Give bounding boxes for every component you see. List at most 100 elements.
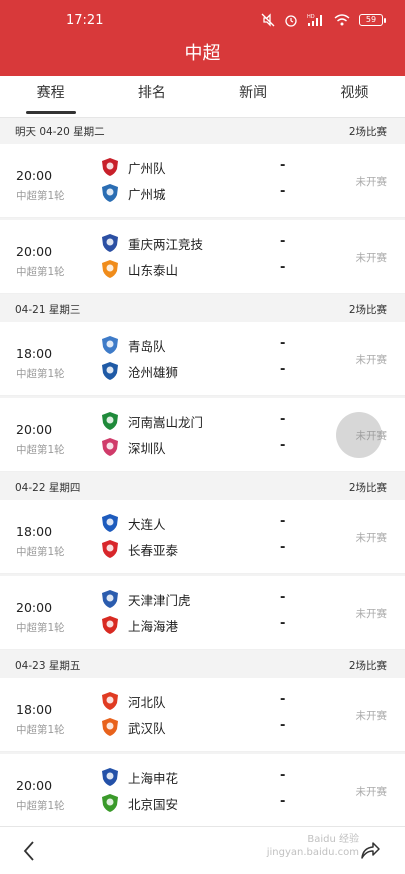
home-score: - bbox=[280, 412, 286, 427]
match-round: 中超第1轮 bbox=[16, 800, 65, 812]
away-score: - bbox=[280, 616, 286, 631]
home-team-logo-icon bbox=[100, 589, 120, 609]
away-score: - bbox=[280, 540, 286, 555]
battery-icon: 59 bbox=[359, 14, 386, 26]
match-status: 未开赛 bbox=[355, 532, 388, 544]
bottom-bar: Baidu 经验 jingyan.baidu.com bbox=[0, 826, 405, 874]
day-match-count: 2场比赛 bbox=[348, 481, 387, 494]
tab-schedule[interactable]: 赛程 bbox=[0, 76, 101, 117]
away-team-name: 北京国安 bbox=[128, 796, 179, 812]
away-team-name: 上海海港 bbox=[128, 618, 179, 634]
match-row[interactable]: 18:00 中超第1轮 河北队 武汉队 - - 未开赛 bbox=[0, 678, 405, 752]
day-header: 04-22 星期四 2场比赛 bbox=[0, 474, 405, 500]
home-team-name: 青岛队 bbox=[128, 338, 166, 354]
status-time: 17:21 bbox=[66, 12, 104, 28]
away-team-name: 山东泰山 bbox=[128, 262, 179, 278]
home-team: 河南嵩山龙门 bbox=[100, 410, 300, 432]
away-team-logo-icon bbox=[100, 183, 120, 203]
home-score: - bbox=[280, 692, 286, 707]
away-team-logo-icon bbox=[100, 437, 120, 457]
home-score: - bbox=[280, 336, 286, 351]
watermark-line2: jingyan.baidu.com bbox=[266, 847, 359, 858]
match-round: 中超第1轮 bbox=[16, 190, 65, 202]
away-team-logo-icon bbox=[100, 717, 120, 737]
match-round: 中超第1轮 bbox=[16, 724, 65, 736]
match-row[interactable]: 20:00 中超第1轮 上海申花 北京国安 - - 未开赛 bbox=[0, 754, 405, 828]
home-team-logo-icon bbox=[100, 411, 120, 431]
match-status: 未开赛 bbox=[355, 176, 388, 188]
away-team: 广州城 bbox=[100, 182, 300, 204]
home-score: - bbox=[280, 768, 286, 783]
away-team-name: 沧州雄狮 bbox=[128, 364, 179, 380]
away-team: 沧州雄狮 bbox=[100, 360, 300, 382]
home-team: 上海申花 bbox=[100, 766, 300, 788]
day-date: 04-21 星期三 bbox=[15, 303, 81, 316]
home-team-name: 重庆两江竞技 bbox=[128, 236, 204, 252]
away-score: - bbox=[280, 438, 286, 453]
app-header: 17:21 HD 59 中超 bbox=[0, 0, 405, 76]
match-status: 未开赛 bbox=[355, 608, 388, 620]
day-match-count: 2场比赛 bbox=[348, 125, 387, 138]
mute-icon bbox=[261, 13, 275, 27]
back-button[interactable] bbox=[20, 839, 40, 863]
day-date: 04-23 星期五 bbox=[15, 659, 81, 672]
match-round: 中超第1轮 bbox=[16, 266, 65, 278]
away-team: 武汉队 bbox=[100, 716, 300, 738]
home-team-logo-icon bbox=[100, 157, 120, 177]
away-score: - bbox=[280, 184, 286, 199]
away-team-logo-icon bbox=[100, 539, 120, 559]
home-team-logo-icon bbox=[100, 335, 120, 355]
match-status: 未开赛 bbox=[355, 252, 388, 264]
signal-hd-text: HD bbox=[307, 14, 315, 20]
match-row[interactable]: 20:00 中超第1轮 广州队 广州城 - - 未开赛 bbox=[0, 144, 405, 218]
match-row[interactable]: 18:00 中超第1轮 大连人 长春亚泰 - - 未开赛 bbox=[0, 500, 405, 574]
home-score: - bbox=[280, 590, 286, 605]
home-team-name: 大连人 bbox=[128, 516, 166, 532]
signal-icon: HD bbox=[307, 13, 325, 27]
away-team-name: 广州城 bbox=[128, 186, 166, 202]
away-team: 上海海港 bbox=[100, 614, 300, 636]
away-score: - bbox=[280, 794, 286, 809]
away-team: 深圳队 bbox=[100, 436, 300, 458]
home-team: 大连人 bbox=[100, 512, 300, 534]
match-time: 18:00 bbox=[16, 524, 53, 539]
tab-videos[interactable]: 视频 bbox=[304, 76, 405, 117]
away-team-name: 深圳队 bbox=[128, 440, 166, 456]
match-round: 中超第1轮 bbox=[16, 546, 65, 558]
home-team-logo-icon bbox=[100, 691, 120, 711]
alarm-icon bbox=[284, 13, 298, 27]
match-row[interactable]: 20:00 中超第1轮 天津津门虎 上海海港 - - 未开赛 bbox=[0, 576, 405, 650]
day-match-count: 2场比赛 bbox=[348, 659, 387, 672]
away-team-logo-icon bbox=[100, 259, 120, 279]
home-team-name: 河南嵩山龙门 bbox=[128, 414, 204, 430]
match-round: 中超第1轮 bbox=[16, 368, 65, 380]
match-status: 未开赛 bbox=[355, 786, 388, 798]
away-team-logo-icon bbox=[100, 361, 120, 381]
day-match-count: 2场比赛 bbox=[348, 303, 387, 316]
home-team: 青岛队 bbox=[100, 334, 300, 356]
away-score: - bbox=[280, 718, 286, 733]
match-row[interactable]: 20:00 中超第1轮 重庆两江竞技 山东泰山 - - 未开赛 bbox=[0, 220, 405, 294]
share-icon bbox=[361, 842, 380, 859]
wifi-icon bbox=[334, 13, 350, 27]
home-score: - bbox=[280, 234, 286, 249]
share-button[interactable] bbox=[359, 839, 381, 861]
away-team-name: 武汉队 bbox=[128, 720, 166, 736]
away-team-logo-icon bbox=[100, 615, 120, 635]
match-status: 未开赛 bbox=[355, 354, 388, 366]
home-team-logo-icon bbox=[100, 513, 120, 533]
home-score: - bbox=[280, 158, 286, 173]
match-round: 中超第1轮 bbox=[16, 622, 65, 634]
away-score: - bbox=[280, 362, 286, 377]
match-time: 20:00 bbox=[16, 168, 53, 183]
match-time: 20:00 bbox=[16, 244, 53, 259]
tab-news[interactable]: 新闻 bbox=[203, 76, 304, 117]
match-time: 18:00 bbox=[16, 346, 53, 361]
watermark-line1: Baidu 经验 bbox=[307, 834, 359, 845]
tab-standings[interactable]: 排名 bbox=[101, 76, 202, 117]
home-team-logo-icon bbox=[100, 767, 120, 787]
match-row[interactable]: 18:00 中超第1轮 青岛队沧州雄狮 - - 未开赛 bbox=[0, 322, 405, 396]
home-team-name: 河北队 bbox=[128, 694, 166, 710]
away-team-name: 长春亚泰 bbox=[128, 542, 179, 558]
match-time: 20:00 bbox=[16, 600, 53, 615]
